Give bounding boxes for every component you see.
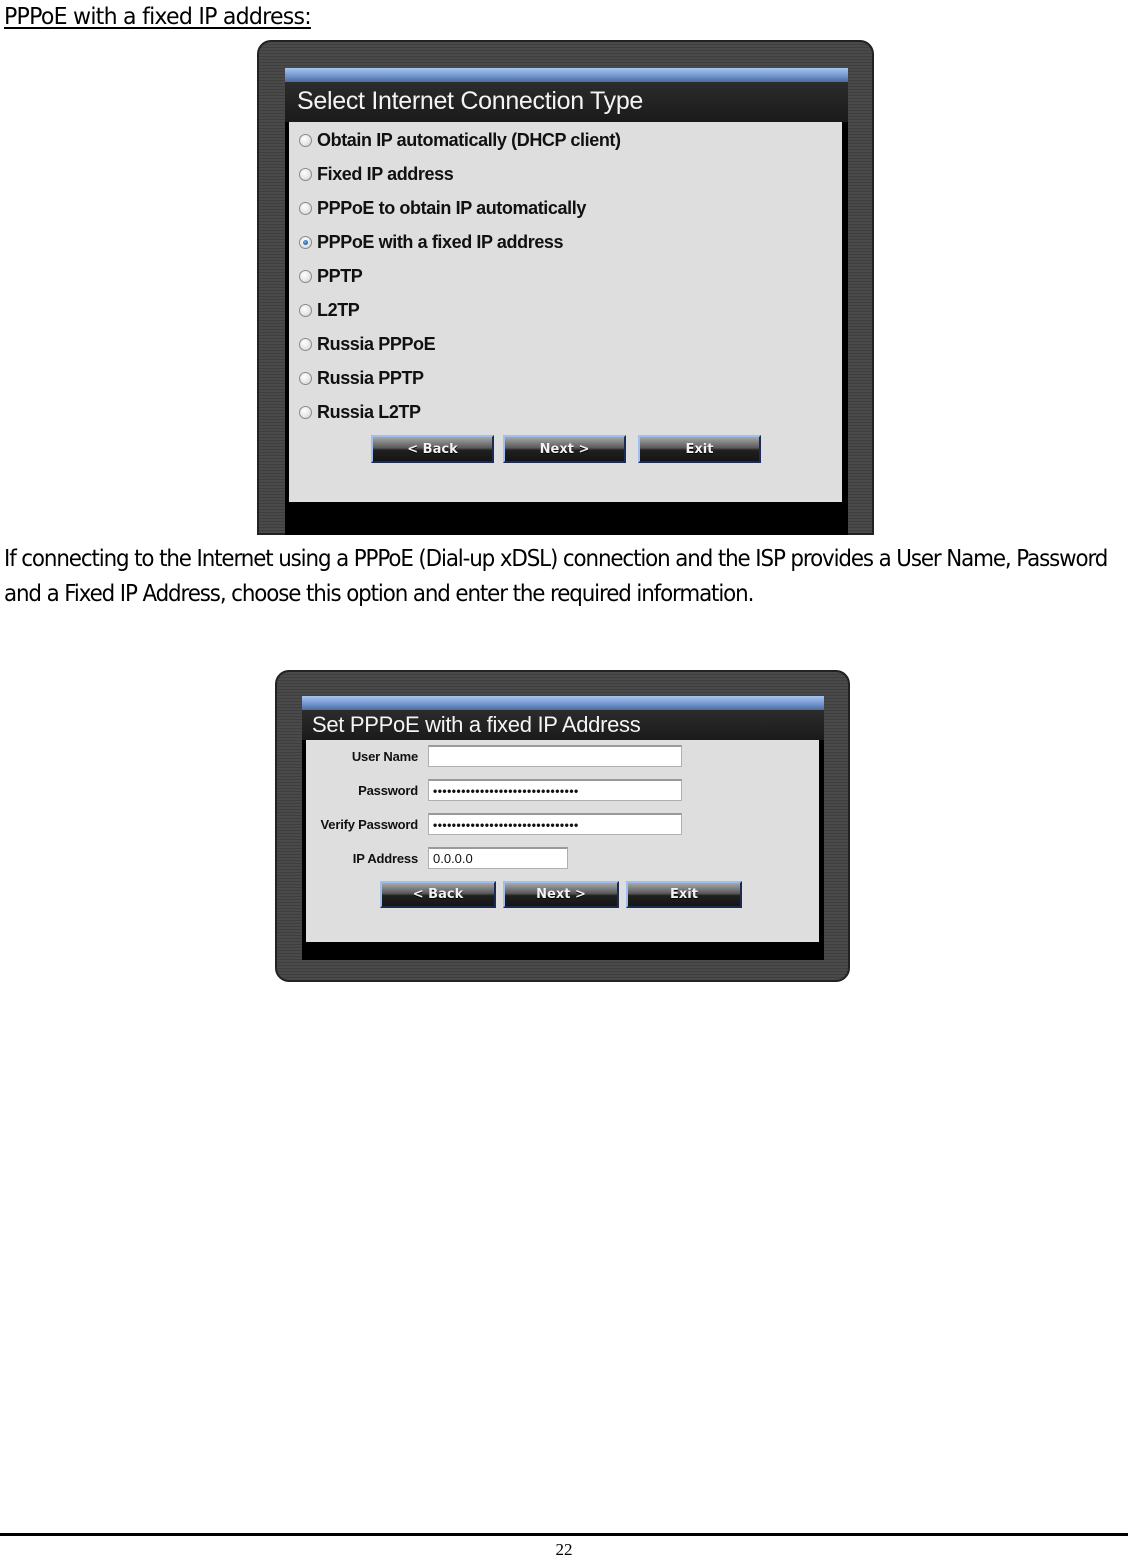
password-label: Password xyxy=(358,783,418,798)
back-button[interactable]: < Back xyxy=(371,435,494,463)
section-heading: PPPoE with a fixed IP address: xyxy=(4,4,312,30)
radio-button-selected-icon[interactable] xyxy=(299,235,312,249)
radio-label: Russia L2TP xyxy=(317,401,421,422)
wizard-title: Set PPPoE with a fixed IP Address xyxy=(302,710,824,740)
radio-label: Obtain IP automatically (DHCP client) xyxy=(317,129,621,150)
exit-button[interactable]: Exit xyxy=(638,435,761,463)
radio-label: PPPoE to obtain IP automatically xyxy=(317,197,586,218)
pppoe-fixed-ip-screenshot: Set PPPoE with a fixed IP Address User N… xyxy=(275,670,850,982)
ip-address-input[interactable]: 0.0.0.0 xyxy=(428,847,568,869)
ip-address-label: IP Address xyxy=(352,851,418,866)
radio-label: PPPoE with a fixed IP address xyxy=(317,231,564,252)
radio-option-russia-pppoe[interactable]: Russia PPPoE xyxy=(299,332,436,356)
radio-button-icon[interactable] xyxy=(299,201,312,215)
radio-label: Russia PPTP xyxy=(317,367,424,388)
user-name-label: User Name xyxy=(351,749,418,764)
radio-button-icon[interactable] xyxy=(299,337,312,351)
radio-button-icon[interactable] xyxy=(299,133,312,147)
radio-button-icon[interactable] xyxy=(299,269,312,283)
radio-button-icon[interactable] xyxy=(299,303,312,317)
radio-option-pppoe-fixed[interactable]: PPPoE with a fixed IP address xyxy=(299,230,564,254)
wizard-title: Select Internet Connection Type xyxy=(285,82,848,122)
password-input[interactable]: ••••••••••••••••••••••••••••••• xyxy=(428,779,682,801)
connection-type-screenshot: Select Internet Connection Type Obtain I… xyxy=(257,40,874,535)
radio-label: Russia PPPoE xyxy=(317,333,436,354)
title-accent-bar xyxy=(302,696,824,710)
radio-option-l2tp[interactable]: L2TP xyxy=(299,298,360,322)
title-accent-bar xyxy=(285,68,848,82)
radio-button-icon[interactable] xyxy=(299,371,312,385)
wizard-content: Obtain IP automatically (DHCP client) Fi… xyxy=(289,122,842,502)
radio-option-fixed-ip[interactable]: Fixed IP address xyxy=(299,162,454,186)
next-button[interactable]: Next > xyxy=(503,881,619,908)
radio-option-pptp[interactable]: PPTP xyxy=(299,264,363,288)
radio-label: PPTP xyxy=(317,265,363,286)
footer-divider xyxy=(0,1533,1128,1536)
radio-option-russia-l2tp[interactable]: Russia L2TP xyxy=(299,400,421,424)
verify-password-input[interactable]: ••••••••••••••••••••••••••••••• xyxy=(428,813,682,835)
page-number: 22 xyxy=(555,1540,573,1559)
description-paragraph: If connecting to the Internet using a PP… xyxy=(4,546,1108,607)
back-button[interactable]: < Back xyxy=(380,881,496,908)
next-button[interactable]: Next > xyxy=(503,435,626,463)
radio-button-icon[interactable] xyxy=(299,405,312,419)
user-name-input[interactable] xyxy=(428,745,682,767)
radio-option-pppoe-auto[interactable]: PPPoE to obtain IP automatically xyxy=(299,196,586,220)
radio-button-icon[interactable] xyxy=(299,167,312,181)
wizard-panel: Select Internet Connection Type Obtain I… xyxy=(285,68,848,535)
wizard-content: User Name Password •••••••••••••••••••••… xyxy=(306,740,819,942)
radio-label: L2TP xyxy=(317,299,360,320)
verify-password-label: Verify Password xyxy=(320,817,419,832)
wizard-panel: Set PPPoE with a fixed IP Address User N… xyxy=(302,696,824,960)
radio-label: Fixed IP address xyxy=(317,163,454,184)
radio-option-russia-pptp[interactable]: Russia PPTP xyxy=(299,366,424,390)
exit-button[interactable]: Exit xyxy=(626,881,742,908)
radio-option-dhcp[interactable]: Obtain IP automatically (DHCP client) xyxy=(299,128,621,152)
